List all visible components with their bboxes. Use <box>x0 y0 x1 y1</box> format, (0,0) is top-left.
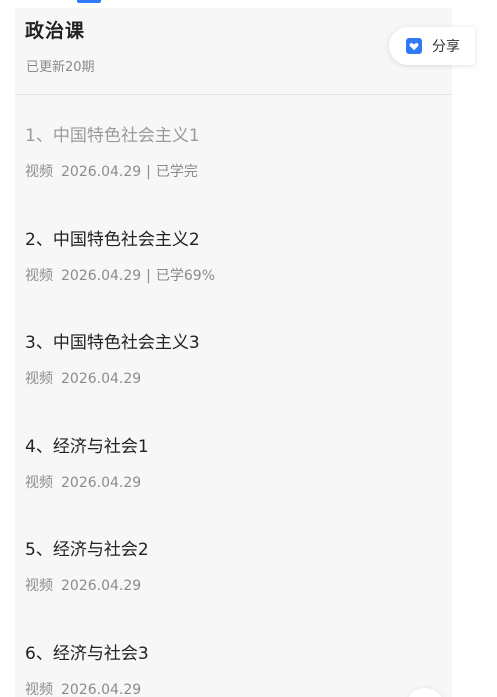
share-button[interactable]: 分享 <box>389 27 475 65</box>
update-count: 已更新20期 <box>26 60 95 75</box>
lesson-progress: 已学完 <box>155 164 198 180</box>
lesson-title: 4、经济与社会1 <box>25 436 149 457</box>
lesson-type: 视频 <box>25 267 53 284</box>
meta-separator: | <box>146 267 151 284</box>
bookmark-heart-icon <box>405 37 423 55</box>
lesson-date: 2026.04.29 <box>61 164 142 180</box>
lesson-type: 视频 <box>25 164 53 180</box>
course-panel: 政治课 已更新20期 1、中国特色社会主义1 视频 2026.04.29 | 已学完 … <box>15 8 452 697</box>
lesson-date: 2026.04.29 <box>61 681 142 697</box>
lesson-meta: 视频 2026.04.29 <box>25 679 141 697</box>
lesson-date: 2026.04.29 <box>61 267 142 284</box>
lesson-date: 2026.04.29 <box>61 371 142 388</box>
lesson-date: 2026.04.29 <box>61 474 142 491</box>
lesson-item[interactable]: 2、中国特色社会主义2 视频 2026.04.29 | 已学69% <box>15 208 452 312</box>
course-header: 政治课 已更新20期 <box>15 8 452 95</box>
meta-separator: | <box>146 164 151 180</box>
lesson-item[interactable]: 3、中国特色社会主义3 视频 2026.04.29 <box>15 311 452 415</box>
lesson-item[interactable]: 4、经济与社会1 视频 2026.04.29 <box>15 415 452 519</box>
lesson-type: 视频 <box>25 681 53 697</box>
lesson-title: 2、中国特色社会主义2 <box>25 229 200 250</box>
lesson-meta: 视频 2026.04.29 | 已学69% <box>25 265 215 285</box>
lesson-item[interactable]: 6、经济与社会3 视频 2026.04.29 <box>15 622 452 697</box>
lesson-meta: 视频 2026.04.29 <box>25 575 141 595</box>
lesson-type: 视频 <box>25 578 53 595</box>
course-page: 政治课 已更新20期 1、中国特色社会主义1 视频 2026.04.29 | 已学完 … <box>0 0 497 697</box>
share-label: 分享 <box>432 39 460 55</box>
course-title: 政治课 <box>25 20 86 42</box>
lesson-type: 视频 <box>25 474 53 491</box>
lesson-title: 1、中国特色社会主义1 <box>25 126 200 146</box>
lesson-meta: 视频 2026.04.29 | 已学完 <box>25 161 198 181</box>
lesson-item[interactable]: 1、中国特色社会主义1 视频 2026.04.29 | 已学完 <box>15 104 452 208</box>
lesson-title: 3、中国特色社会主义3 <box>25 333 200 354</box>
lesson-meta: 视频 2026.04.29 <box>25 472 141 492</box>
lesson-title: 6、经济与社会3 <box>25 643 149 664</box>
lesson-title: 5、经济与社会2 <box>25 540 149 561</box>
active-tab-indicator <box>77 0 101 3</box>
lesson-list: 1、中国特色社会主义1 视频 2026.04.29 | 已学完 2、中国特色社会主义2… <box>15 104 452 697</box>
lesson-type: 视频 <box>25 371 53 388</box>
lesson-progress: 已学69% <box>155 267 216 284</box>
lesson-item[interactable]: 5、经济与社会2 视频 2026.04.29 <box>15 518 452 622</box>
lesson-meta: 视频 2026.04.29 <box>25 368 141 388</box>
lesson-date: 2026.04.29 <box>61 578 142 595</box>
